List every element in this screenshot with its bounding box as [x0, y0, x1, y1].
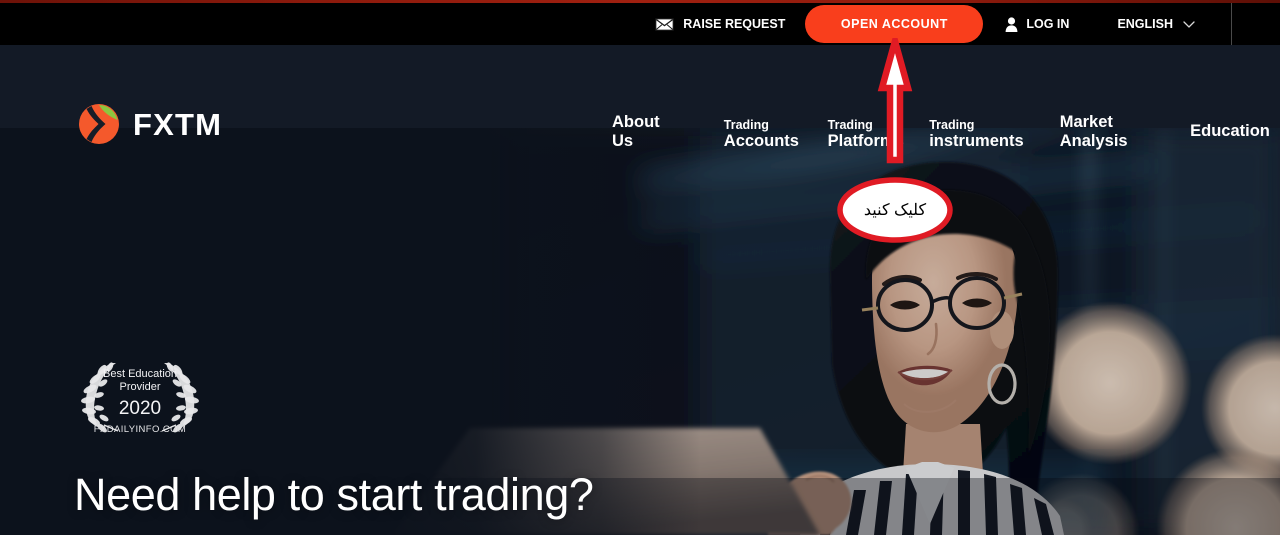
main-header: FXTM About Us Trading Accounts Trading P…: [0, 45, 1280, 150]
language-label: ENGLISH: [1117, 17, 1173, 31]
award-line1: Best Education: [103, 368, 177, 380]
utility-bar-items: RAISE REQUEST OPEN ACCOUNT LOG IN ENGLIS…: [655, 3, 1280, 45]
hero-section: Best Education Provider 2020 FXDAILYINFO…: [0, 128, 1280, 535]
award-source: FXDAILYINFO.COM: [94, 424, 186, 435]
nav-label-trading-instruments-line2: instruments: [929, 132, 1024, 151]
nav-item-trading-instruments[interactable]: Trading instruments: [929, 90, 1023, 173]
nav-label-trading-accounts-line1: Trading: [723, 118, 769, 133]
nav-item-trading-accounts[interactable]: Trading Accounts: [724, 90, 799, 173]
nav-label-trading-instruments-line1: Trading: [929, 118, 975, 133]
nav-item-education[interactable]: Education: [1190, 90, 1270, 173]
user-icon: [1005, 16, 1018, 32]
award-year: 2020: [119, 398, 161, 419]
nav-label-market-analysis: Market Analysis: [1059, 113, 1128, 150]
brand-logo[interactable]: FXTM: [78, 103, 222, 145]
hero-headline: Need help to start trading?: [74, 469, 594, 520]
top-accent-line: [0, 0, 1280, 3]
utility-bar: RAISE REQUEST OPEN ACCOUNT LOG IN ENGLIS…: [0, 3, 1280, 45]
nav-label-education: Education: [1190, 122, 1270, 141]
primary-navigation: About Us Trading Accounts Trading Platfo…: [612, 90, 1280, 173]
fxtm-logo-mark-icon: [79, 104, 119, 144]
nav-item-market-analysis[interactable]: Market Analysis: [1060, 90, 1163, 173]
award-badge: Best Education Provider 2020 FXDAILYINFO…: [74, 353, 206, 435]
nav-label-about-us: About Us: [612, 113, 660, 150]
login-label: LOG IN: [1026, 17, 1070, 31]
language-selector[interactable]: ENGLISH: [1117, 17, 1195, 31]
login-link[interactable]: LOG IN: [1005, 16, 1070, 32]
chevron-down-icon: [1183, 20, 1195, 28]
envelope-icon: [655, 17, 675, 31]
nav-label-trading-accounts-line2: Accounts: [723, 132, 799, 151]
raise-request-link[interactable]: RAISE REQUEST: [655, 17, 785, 31]
open-account-button[interactable]: OPEN ACCOUNT: [805, 5, 984, 43]
brand-name: FXTM: [133, 106, 223, 142]
nav-item-about-us[interactable]: About Us: [612, 90, 672, 173]
nav-label-trading-platforms-line1: Trading: [827, 118, 873, 133]
nav-label-trading-platforms-line2: Platforms: [827, 132, 904, 151]
nav-item-trading-platforms[interactable]: Trading Platforms: [828, 90, 904, 173]
page-root: Best Education Provider 2020 FXDAILYINFO…: [0, 0, 1280, 535]
award-line2: Provider: [120, 381, 161, 393]
laurel-wreath-icon: Best Education Provider 2020 FXDAILYINFO…: [81, 362, 199, 435]
raise-request-label: RAISE REQUEST: [683, 17, 786, 31]
